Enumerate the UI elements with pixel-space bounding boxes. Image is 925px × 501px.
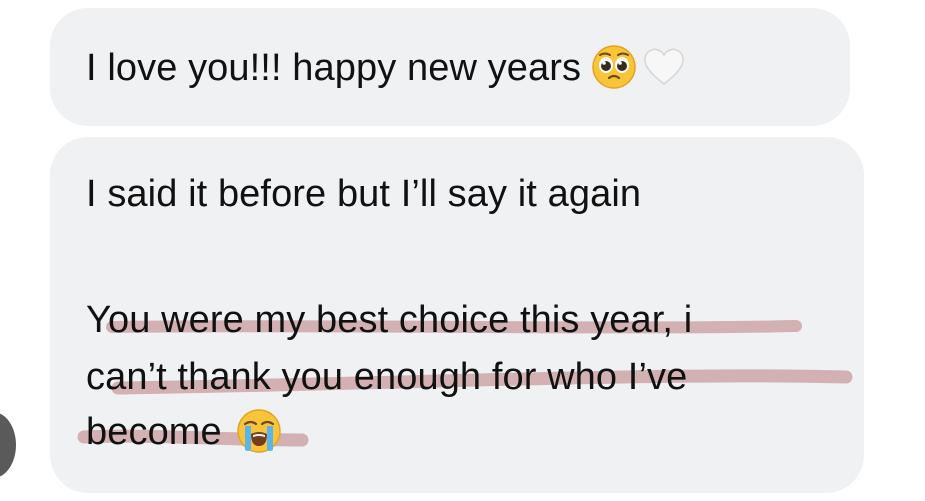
- loudly-crying-face-icon: [236, 408, 282, 454]
- message-text-line: I said it before but I’ll say it again: [86, 173, 642, 215]
- message-text-line: can’t thank you enough for who I’ve: [86, 356, 688, 398]
- message-text-line: become: [86, 408, 282, 457]
- pleading-face-icon: [591, 44, 637, 90]
- white-heart-icon: [641, 44, 687, 90]
- message-text-line: You were my best choice this year, i: [86, 299, 693, 341]
- message-text-line: I love you!!! happy new years: [86, 44, 687, 93]
- avatar: [0, 412, 16, 478]
